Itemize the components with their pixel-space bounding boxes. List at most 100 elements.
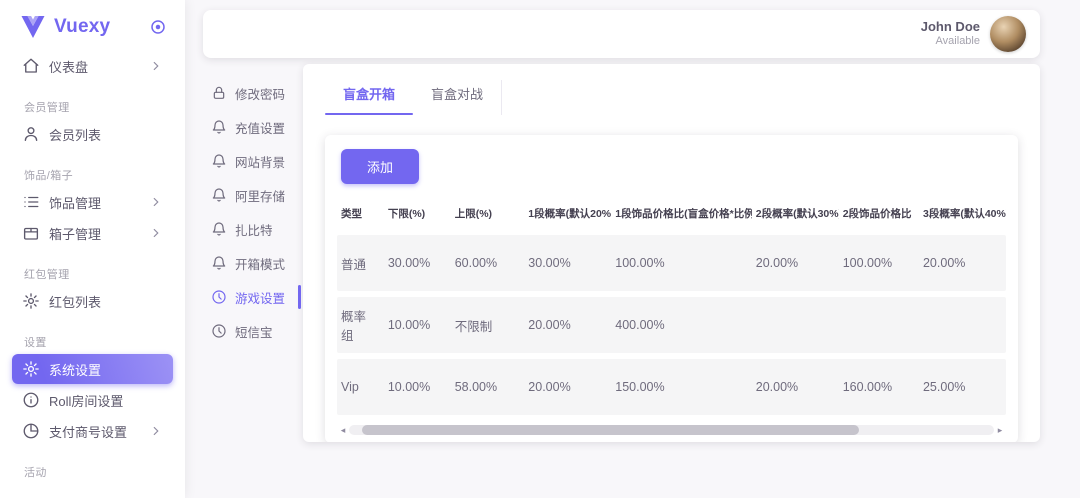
sidebar-item-roll-room-settings[interactable]: Roll房间设置: [12, 385, 173, 415]
sidebar-item-label: 系统设置: [49, 360, 163, 379]
bell-icon: [211, 255, 227, 271]
pie-chart-icon: [22, 422, 40, 440]
cell: 400.00%: [611, 297, 751, 353]
column-header: 2段概率(默认30%): [752, 202, 839, 229]
cell: 20.00%: [919, 235, 1006, 291]
home-icon: [22, 57, 40, 75]
cell: [839, 297, 919, 353]
add-button[interactable]: 添加: [341, 149, 419, 184]
cell: 30.00%: [384, 235, 451, 291]
cell: 58.00%: [451, 359, 525, 415]
table-row[interactable]: Vip 10.00% 58.00% 20.00% 150.00% 20.00% …: [337, 359, 1006, 415]
column-header: 3段概率(默认40%): [919, 202, 1006, 229]
gear-icon: [22, 292, 40, 310]
sidebar-item-payment-merchant-settings[interactable]: 支付商号设置: [12, 416, 173, 446]
settings-menu-label: 阿里存储: [235, 186, 285, 205]
table-row[interactable]: 概率组 10.00% 不限制 20.00% 400.00%: [337, 297, 1006, 353]
cell: 30.00%: [524, 235, 611, 291]
sidebar-item-label: 饰品管理: [49, 193, 149, 212]
vuexy-logo-icon: [20, 16, 46, 38]
lock-icon: [211, 85, 227, 101]
sidebar-section-activity: 活动: [24, 464, 173, 480]
sidebar-item-redpacket-list[interactable]: 红包列表: [12, 286, 173, 316]
sidebar: Vuexy 仪表盘 会员管理 会员列表 饰品/箱子 饰品管理 箱子管理 红包管理: [0, 0, 185, 498]
cell: 20.00%: [752, 235, 839, 291]
chevron-right-icon: [149, 195, 163, 209]
user-avatar[interactable]: [990, 16, 1026, 52]
column-header: 上限(%): [451, 202, 525, 229]
cell: 100.00%: [611, 235, 751, 291]
column-header: 2段饰品价格比: [839, 202, 919, 229]
horizontal-scrollbar[interactable]: ◂ ▸: [337, 423, 1006, 437]
cell: 150.00%: [611, 359, 751, 415]
chevron-right-icon: [149, 424, 163, 438]
sidebar-item-label: 箱子管理: [49, 224, 149, 243]
bell-icon: [211, 119, 227, 135]
chevron-right-icon: [149, 59, 163, 73]
box-icon: [22, 224, 40, 242]
column-header: 类型: [337, 202, 384, 229]
gear-icon: [22, 360, 40, 378]
settings-menu-item-sms[interactable]: 短信宝: [211, 314, 297, 348]
settings-menu-item-site-background[interactable]: 网站背景: [211, 144, 297, 178]
sidebar-item-system-settings[interactable]: 系统设置: [12, 354, 173, 384]
menu-pin-toggle-icon[interactable]: [149, 18, 167, 36]
app-root: Vuexy 仪表盘 会员管理 会员列表 饰品/箱子 饰品管理 箱子管理 红包管理: [0, 0, 1080, 498]
settings-menu-label: 充值设置: [235, 118, 285, 137]
brand[interactable]: Vuexy: [0, 6, 185, 50]
table-row[interactable]: 普通 30.00% 60.00% 30.00% 100.00% 20.00% 1…: [337, 235, 1006, 291]
info-circle-icon: [22, 391, 40, 409]
sidebar-section-redpacket: 红包管理: [24, 266, 173, 282]
column-header: 1段饰品价格比(盲盒价格*比例): [611, 202, 751, 229]
content-row: 修改密码 充值设置 网站背景 阿里存储 扎比特: [203, 64, 1040, 442]
sidebar-item-member-list[interactable]: 会员列表: [12, 119, 173, 149]
tab-blindbox-open[interactable]: 盲盒开箱: [325, 80, 413, 115]
sidebar-section-members: 会员管理: [24, 99, 173, 115]
cell-type: Vip: [337, 359, 384, 415]
table-card: 添加 类型 下限(%) 上限(%) 1段概率(默认20%): [325, 135, 1018, 442]
cell: [919, 297, 1006, 353]
settings-menu-label: 修改密码: [235, 84, 285, 103]
list-icon: [22, 193, 40, 211]
scrollbar-thumb[interactable]: [362, 425, 859, 435]
bell-icon: [211, 221, 227, 237]
settings-menu-label: 扎比特: [235, 220, 273, 239]
user-name: John Doe: [921, 19, 980, 35]
settings-menu-label: 游戏设置: [235, 288, 285, 307]
cell: 20.00%: [524, 359, 611, 415]
clock-icon: [211, 323, 227, 339]
sidebar-item-item-management[interactable]: 饰品管理: [12, 187, 173, 217]
cell: 160.00%: [839, 359, 919, 415]
brand-name: Vuexy: [54, 16, 149, 38]
settings-menu-item-unbox-mode[interactable]: 开箱模式: [211, 246, 297, 280]
cell: 25.00%: [919, 359, 1006, 415]
bell-icon: [211, 187, 227, 203]
sidebar-item-box-management[interactable]: 箱子管理: [12, 218, 173, 248]
scroll-right-arrow-icon[interactable]: ▸: [994, 423, 1006, 437]
settings-menu-item-game-settings[interactable]: 游戏设置: [211, 280, 297, 314]
user-status: Available: [921, 35, 980, 49]
sidebar-item-dashboard[interactable]: 仪表盘: [12, 51, 173, 81]
settings-menu-item-recharge[interactable]: 充值设置: [211, 110, 297, 144]
tab-blindbox-battle[interactable]: 盲盒对战: [413, 80, 502, 115]
settings-menu: 修改密码 充值设置 网站背景 阿里存储 扎比特: [203, 64, 303, 442]
cell: 100.00%: [839, 235, 919, 291]
tab-bar: 盲盒开箱 盲盒对战: [303, 64, 1040, 115]
cell-type: 普通: [337, 235, 384, 291]
scroll-left-arrow-icon[interactable]: ◂: [337, 423, 349, 437]
game-settings-panel: 盲盒开箱 盲盒对战 添加 类型 下限(%): [303, 64, 1040, 442]
scrollbar-track[interactable]: [349, 425, 994, 435]
top-navbar: John Doe Available: [203, 10, 1040, 58]
sidebar-item-label: 支付商号设置: [49, 422, 149, 441]
settings-menu-item-change-password[interactable]: 修改密码: [211, 76, 297, 110]
sidebar-item-label: 仪表盘: [49, 57, 149, 76]
user-meta: John Doe Available: [921, 19, 980, 49]
bell-icon: [211, 153, 227, 169]
clock-icon: [211, 289, 227, 305]
column-header: 下限(%): [384, 202, 451, 229]
settings-menu-label: 网站背景: [235, 152, 285, 171]
settings-menu-item-ali-storage[interactable]: 阿里存储: [211, 178, 297, 212]
table-header-row: 类型 下限(%) 上限(%) 1段概率(默认20%) 1段饰品价格比(盲盒价格*…: [337, 202, 1006, 229]
cell: 不限制: [451, 297, 525, 353]
settings-menu-item-zhabite[interactable]: 扎比特: [211, 212, 297, 246]
